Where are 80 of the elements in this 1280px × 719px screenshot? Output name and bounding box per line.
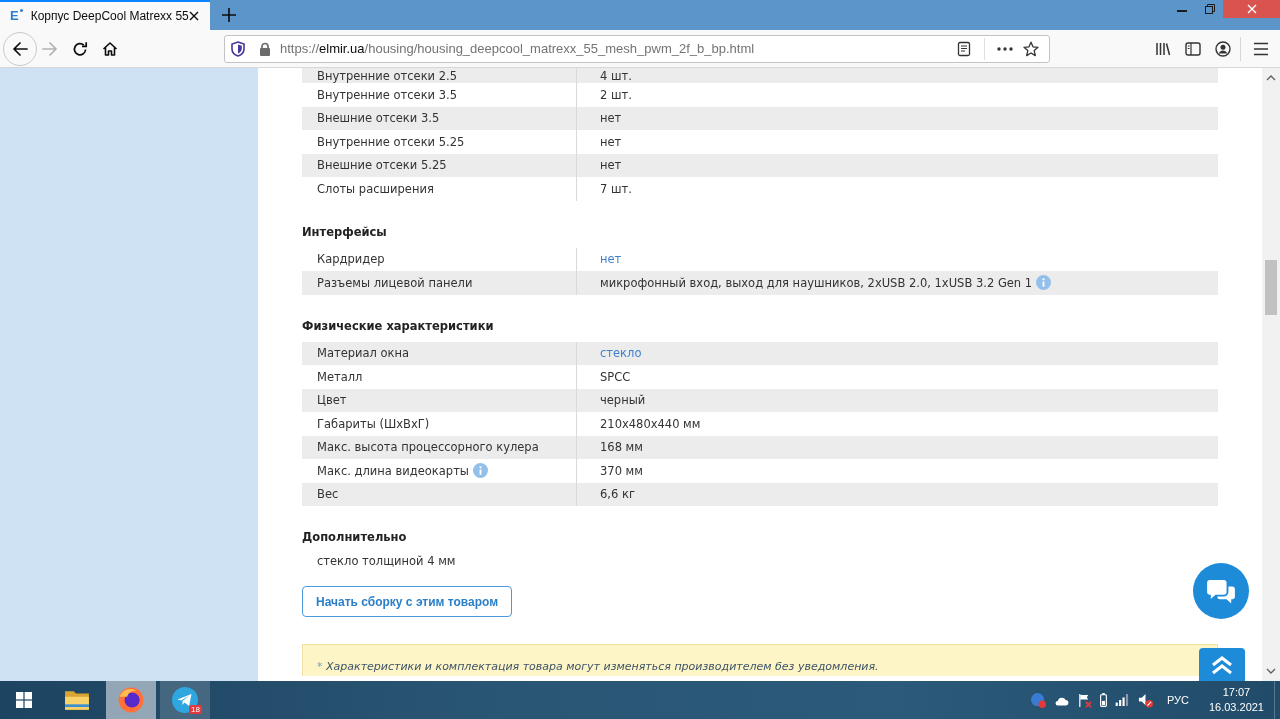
spec-name: Внутренние отсеки 5.25 xyxy=(317,134,465,149)
section-heading: Дополнительно xyxy=(302,529,408,546)
battery-icon[interactable] xyxy=(1099,693,1107,707)
close-icon[interactable] xyxy=(188,11,199,21)
scrollbar[interactable] xyxy=(1262,68,1280,681)
spec-value: нет xyxy=(600,134,622,149)
spec-value: 6,6 кг xyxy=(600,487,635,502)
start-build-button[interactable]: Начать сборку с этим товаром xyxy=(302,586,513,617)
spec-name: Кардридер xyxy=(317,252,385,267)
shield-icon[interactable] xyxy=(230,40,246,57)
signal-icon[interactable] xyxy=(1114,694,1130,706)
spec-name: Металл xyxy=(317,369,363,384)
close-icon xyxy=(1246,4,1257,14)
spec-name: Макс. длина видеокарты xyxy=(317,463,469,478)
new-tab-icon[interactable] xyxy=(222,8,236,22)
notice-text: * Характеристики и комплектация товара могут изменяться производителем без уведомления. xyxy=(317,660,879,673)
taskbar-app-button[interactable] xyxy=(106,681,156,719)
chat-button[interactable] xyxy=(1193,563,1249,619)
lock-icon[interactable] xyxy=(259,41,271,56)
tab-title: Корпус DeepCool Matrexx 55 xyxy=(30,9,189,23)
reader-view-icon[interactable] xyxy=(956,40,972,57)
language-indicator[interactable]: РУС xyxy=(1166,694,1189,706)
spec-value: черный xyxy=(600,393,646,408)
library-icon[interactable] xyxy=(1155,40,1171,57)
spec-value: 210x480x440 мм xyxy=(600,416,701,431)
spec-value: нет xyxy=(600,158,622,173)
folder-icon xyxy=(64,689,90,711)
spec-link[interactable]: стекло xyxy=(600,346,642,361)
spec-value: нет xyxy=(600,111,622,126)
scroll-top-button[interactable] xyxy=(1199,648,1245,681)
section-heading: Интерфейсы xyxy=(302,223,388,241)
section-heading: Физические характеристики xyxy=(302,317,495,335)
additional-text: стекло толщиной 4 мм xyxy=(316,553,457,569)
spec-value: 7 шт. xyxy=(600,181,632,196)
paper-plane-icon xyxy=(172,687,198,713)
chat-bubbles-icon xyxy=(1206,578,1236,604)
spec-link[interactable]: нет xyxy=(600,252,622,267)
star-icon[interactable] xyxy=(1023,40,1039,57)
spec-value: SPCC xyxy=(600,369,631,384)
reload-icon[interactable] xyxy=(72,40,88,57)
spec-name: Цвет xyxy=(317,393,347,408)
spec-name: Макс. высота процессорного кулера xyxy=(317,440,539,455)
scroll-up-icon[interactable] xyxy=(1266,75,1276,81)
spec-name: Внутренние отсеки 3.5 xyxy=(317,87,458,102)
speaker-muted-icon[interactable] xyxy=(1137,692,1153,708)
sidebar-icon[interactable] xyxy=(1185,40,1201,57)
spec-name: Внутренние отсеки 2.5 xyxy=(317,68,458,83)
notification-badge: 18 xyxy=(189,705,202,714)
home-icon[interactable] xyxy=(102,40,118,57)
clock-date[interactable]: 16.03.2021 xyxy=(1208,700,1264,715)
restore-icon[interactable] xyxy=(1205,4,1215,14)
spec-name: Внешние отсеки 5.25 xyxy=(317,158,447,173)
browser-tab[interactable]: E Корпус DeepCool Matrexx 55 xyxy=(0,0,210,30)
spec-value: 2 шт. xyxy=(600,87,632,102)
taskbar-app-button[interactable]: 18 xyxy=(160,681,210,719)
spec-name: Внешние отсеки 3.5 xyxy=(317,111,440,126)
browser-icon xyxy=(118,687,144,713)
menu-icon[interactable] xyxy=(1253,41,1269,56)
spec-name: Габариты (ШхВхГ) xyxy=(317,416,430,431)
spec-value: 4 шт. xyxy=(600,68,632,83)
start-menu-icon[interactable] xyxy=(16,692,32,708)
spec-name: Вес xyxy=(317,487,339,502)
scrollbar-thumb[interactable] xyxy=(1265,260,1277,315)
flag-icon[interactable] xyxy=(1076,692,1092,708)
address-bar[interactable]: https://elmir.ua/housing/housing_deepcool_matrexx_55_mesh_pwm_2f_b_bp.html xyxy=(224,34,1050,63)
account-icon[interactable] xyxy=(1215,40,1231,57)
spec-value: 370 мм xyxy=(600,463,643,478)
site-logo: E xyxy=(10,9,23,23)
spec-name: Разъемы лицевой панели xyxy=(317,275,473,290)
clock-time[interactable]: 17:07 xyxy=(1222,685,1251,700)
spec-value: микрофонный вход, выход для наушников, 2xUSB 2.0, 1xUSB 3.2 Gen 1 xyxy=(600,275,1033,290)
more-icon[interactable] xyxy=(997,46,1013,51)
spec-name: Материал окна xyxy=(317,346,410,361)
double-chevron-up-icon xyxy=(1210,654,1234,675)
back-button[interactable] xyxy=(3,31,37,66)
scroll-down-icon[interactable] xyxy=(1266,668,1276,674)
spec-name: Слоты расширения xyxy=(317,181,434,196)
spec-value: 168 мм xyxy=(600,440,643,455)
url-text[interactable]: https://elmir.ua/housing/housing_deepcool_matrexx_55_mesh_pwm_2f_b_bp.html xyxy=(280,41,755,56)
arrow-left-icon xyxy=(12,40,28,57)
